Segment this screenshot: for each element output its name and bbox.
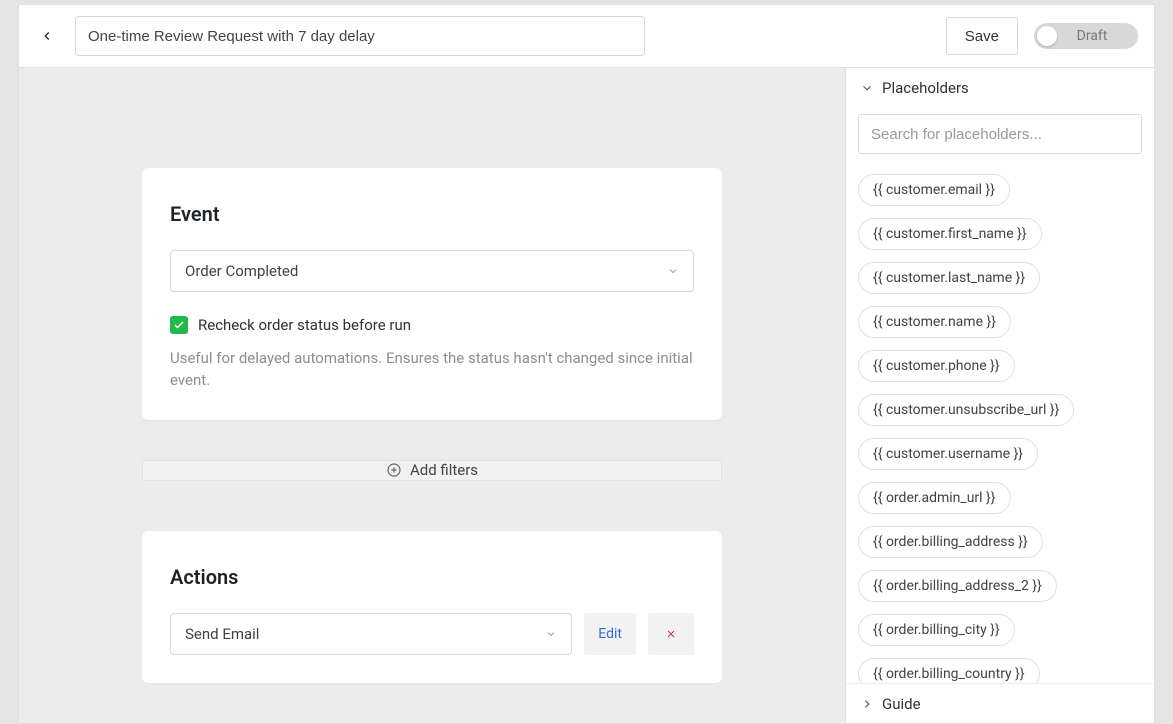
plus-circle-icon xyxy=(386,462,402,478)
event-select[interactable]: Order Completed xyxy=(170,250,694,292)
toggle-knob xyxy=(1037,26,1057,46)
placeholder-pill[interactable]: {{ customer.email }} xyxy=(858,174,1010,206)
app-root: Save Draft Event Order Completed Recheck xyxy=(0,0,1173,724)
chevron-down-icon xyxy=(545,628,557,640)
chevron-down-icon xyxy=(860,81,874,95)
status-toggle[interactable]: Draft xyxy=(1034,23,1138,49)
event-heading: Event xyxy=(170,202,694,226)
add-filters-label: Add filters xyxy=(410,461,478,479)
delete-action-button[interactable] xyxy=(648,613,694,655)
placeholder-pill[interactable]: {{ customer.phone }} xyxy=(858,350,1015,382)
chevron-right-icon xyxy=(860,697,874,711)
placeholder-pill[interactable]: {{ customer.name }} xyxy=(858,306,1011,338)
placeholder-pill[interactable]: {{ order.admin_url }} xyxy=(858,482,1011,514)
placeholder-pill[interactable]: {{ customer.username }} xyxy=(858,438,1038,470)
placeholder-pill[interactable]: {{ customer.unsubscribe_url }} xyxy=(858,394,1074,426)
placeholder-pill[interactable]: {{ customer.first_name }} xyxy=(858,218,1042,250)
toggle-label: Draft xyxy=(1077,28,1108,44)
chevron-down-icon xyxy=(667,265,679,277)
action-select-value: Send Email xyxy=(185,625,259,643)
recheck-checkbox[interactable] xyxy=(170,316,188,334)
placeholders-heading: Placeholders xyxy=(882,79,969,97)
placeholder-search-input[interactable] xyxy=(858,114,1142,154)
placeholders-section-toggle[interactable]: Placeholders xyxy=(846,68,1154,108)
chevron-left-icon xyxy=(40,29,54,43)
event-select-value: Order Completed xyxy=(185,262,298,280)
actions-card: Actions Send Email Edit xyxy=(142,531,722,683)
check-icon xyxy=(173,319,185,331)
event-card: Event Order Completed Recheck order stat… xyxy=(142,168,722,420)
placeholder-pill[interactable]: {{ order.billing_country }} xyxy=(858,658,1040,683)
sidebar: Placeholders {{ customer.email }}{{ cust… xyxy=(845,68,1154,723)
recheck-hint: Useful for delayed automations. Ensures … xyxy=(170,348,694,392)
back-button[interactable] xyxy=(29,18,65,54)
placeholder-pill[interactable]: {{ order.billing_address_2 }} xyxy=(858,570,1057,602)
edit-action-button[interactable]: Edit xyxy=(584,613,636,655)
recheck-label: Recheck order status before run xyxy=(198,316,411,334)
placeholder-pill[interactable]: {{ customer.last_name }} xyxy=(858,262,1040,294)
action-select[interactable]: Send Email xyxy=(170,613,572,655)
guide-heading: Guide xyxy=(882,695,921,713)
action-row: Send Email Edit xyxy=(170,613,694,655)
topbar: Save Draft xyxy=(18,4,1155,68)
placeholder-list[interactable]: {{ customer.email }} {{ customer.first_na… xyxy=(846,164,1154,683)
automation-title-input[interactable] xyxy=(75,16,645,56)
close-icon xyxy=(665,628,677,640)
placeholder-pill[interactable]: {{ order.billing_city }} xyxy=(858,614,1015,646)
recheck-row: Recheck order status before run xyxy=(170,316,694,334)
save-button[interactable]: Save xyxy=(946,17,1018,55)
add-filters-button[interactable]: Add filters xyxy=(142,460,722,482)
canvas: Event Order Completed Recheck order stat… xyxy=(19,68,845,723)
actions-heading: Actions xyxy=(170,565,694,589)
main-area: Event Order Completed Recheck order stat… xyxy=(18,68,1155,724)
guide-section-toggle[interactable]: Guide xyxy=(846,683,1154,723)
placeholder-pill[interactable]: {{ order.billing_address }} xyxy=(858,526,1043,558)
